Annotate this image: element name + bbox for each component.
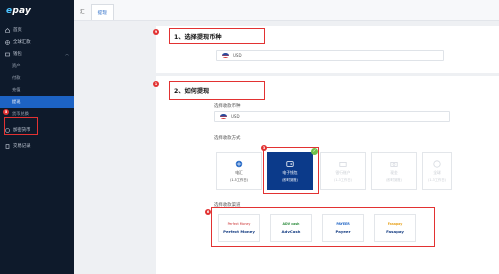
step2-title: 2、如何提现 — [174, 88, 210, 95]
step-badge: 1 — [153, 81, 159, 87]
top-tab-bar: 汇 提现 — [74, 0, 499, 21]
logo[interactable]: e pay — [0, 0, 74, 21]
bank-icon — [235, 160, 243, 168]
sidebar-subitem-label: 充值 — [12, 87, 21, 92]
method-sub: (1-3工作日) — [334, 178, 352, 182]
method-wire[interactable]: 电汇 (1-5工作日) — [216, 152, 262, 190]
wallet-icon — [286, 160, 294, 168]
method-name: 电汇 — [235, 170, 243, 175]
method-ewallet[interactable]: 电子钱包 (即时到账) — [267, 152, 313, 190]
sidebar-subitem-label: 付款 — [12, 75, 21, 80]
receive-currency-select[interactable]: USD — [214, 111, 450, 122]
bank-icon — [339, 160, 347, 168]
withdraw-currency-select[interactable]: USD — [216, 50, 444, 61]
step-badge: 5 — [3, 109, 9, 115]
advcash-logo: ADV cash — [282, 222, 300, 226]
tab-remit[interactable]: 汇 — [74, 4, 91, 20]
method-sub: (1-5工作日) — [230, 178, 248, 182]
wallet-icon — [5, 52, 10, 57]
globe-icon — [5, 39, 10, 45]
currency-value: USD — [231, 114, 240, 119]
method-sub: (即时到账) — [386, 178, 402, 182]
channel-name: AdvCash — [281, 229, 301, 234]
sidebar-item-records[interactable]: 交易记录 — [0, 140, 74, 152]
receive-currency-label: 选择收款币种 — [214, 104, 241, 109]
step2-card: 1 2、如何提现 选择收款币种 USD 选择收款方式 电汇 (1-5工作日) 3… — [153, 76, 499, 274]
method-name: 银行账户 — [335, 170, 351, 175]
channel-name: Perfect Money — [223, 229, 255, 234]
us-flag-icon — [222, 53, 229, 58]
us-flag-icon — [220, 114, 227, 119]
method-name: 现金 — [390, 170, 398, 175]
sidebar-item-label: 首页 — [13, 28, 22, 33]
payeer-logo: PAYEER — [336, 222, 350, 226]
method-sub: (1-3工作日) — [428, 178, 446, 182]
sidebar: e pay 首页 全球汇款 钱包 ︿ 资产 付款 充值 提现 货币兑换 加密货币 … — [0, 0, 74, 274]
main-content: 9 1、选择提现币种 USD 1 2、如何提现 选择收款币种 USD 选择收款方… — [74, 21, 499, 274]
perfect-money-logo: Perfect Money — [227, 222, 251, 226]
sidebar-subitem-withdraw[interactable]: 提现 — [0, 96, 74, 108]
sidebar-subitem-payment[interactable]: 付款 — [0, 72, 74, 84]
check-icon: ✓ — [311, 148, 318, 155]
sidebar-item-label: 全球汇款 — [13, 40, 31, 45]
tab-withdraw[interactable]: 提现 — [90, 4, 114, 20]
globe-icon — [433, 160, 441, 168]
step-badge: 3 — [261, 145, 267, 151]
method-global[interactable]: 全球 (1-3工作日) — [422, 152, 452, 190]
fasapay-logo: Fasapay — [387, 222, 403, 226]
sidebar-item-global-remit[interactable]: 全球汇款 — [0, 36, 74, 48]
sidebar-subitem-label: 提现 — [12, 99, 21, 104]
records-icon — [5, 143, 10, 149]
sidebar-item-home[interactable]: 首页 — [0, 24, 74, 36]
method-name: 全球 — [433, 170, 441, 175]
channel-name: Payeer — [335, 229, 351, 234]
highlight-box — [4, 117, 38, 135]
sidebar-subitem-deposit[interactable]: 充值 — [0, 84, 74, 96]
channel-payeer[interactable]: PAYEER Payeer — [322, 214, 364, 242]
cash-icon — [390, 160, 398, 168]
receive-method-label: 选择收款方式 — [214, 136, 241, 141]
currency-value: USD — [233, 53, 242, 58]
sidebar-subitem-label: 资产 — [12, 63, 21, 68]
channel-advcash[interactable]: ADV cash AdvCash — [270, 214, 312, 242]
step1-card: 9 1、选择提现币种 USD — [153, 26, 499, 73]
sidebar-item-wallet[interactable]: 钱包 ︿ — [0, 48, 74, 60]
method-bank-account[interactable]: 银行账户 (1-3工作日) — [320, 152, 366, 190]
channel-name: Fasapay — [386, 229, 404, 234]
step-badge: 9 — [153, 29, 159, 35]
method-name: 电子钱包 — [282, 170, 298, 175]
home-icon — [5, 27, 10, 33]
channel-perfect-money[interactable]: Perfect Money Perfect Money — [218, 214, 260, 242]
sidebar-subitem-assets[interactable]: 资产 — [0, 60, 74, 72]
logo-text: pay — [12, 5, 32, 16]
step1-title: 1、选择提现币种 — [174, 34, 222, 41]
sidebar-item-label: 交易记录 — [13, 144, 31, 149]
method-cash[interactable]: 现金 (即时到账) — [371, 152, 417, 190]
sidebar-item-label: 钱包 — [13, 52, 22, 57]
chevron-up-icon: ︿ — [65, 51, 69, 56]
method-sub: (即时到账) — [282, 178, 298, 182]
channel-fasapay[interactable]: Fasapay Fasapay — [374, 214, 416, 242]
